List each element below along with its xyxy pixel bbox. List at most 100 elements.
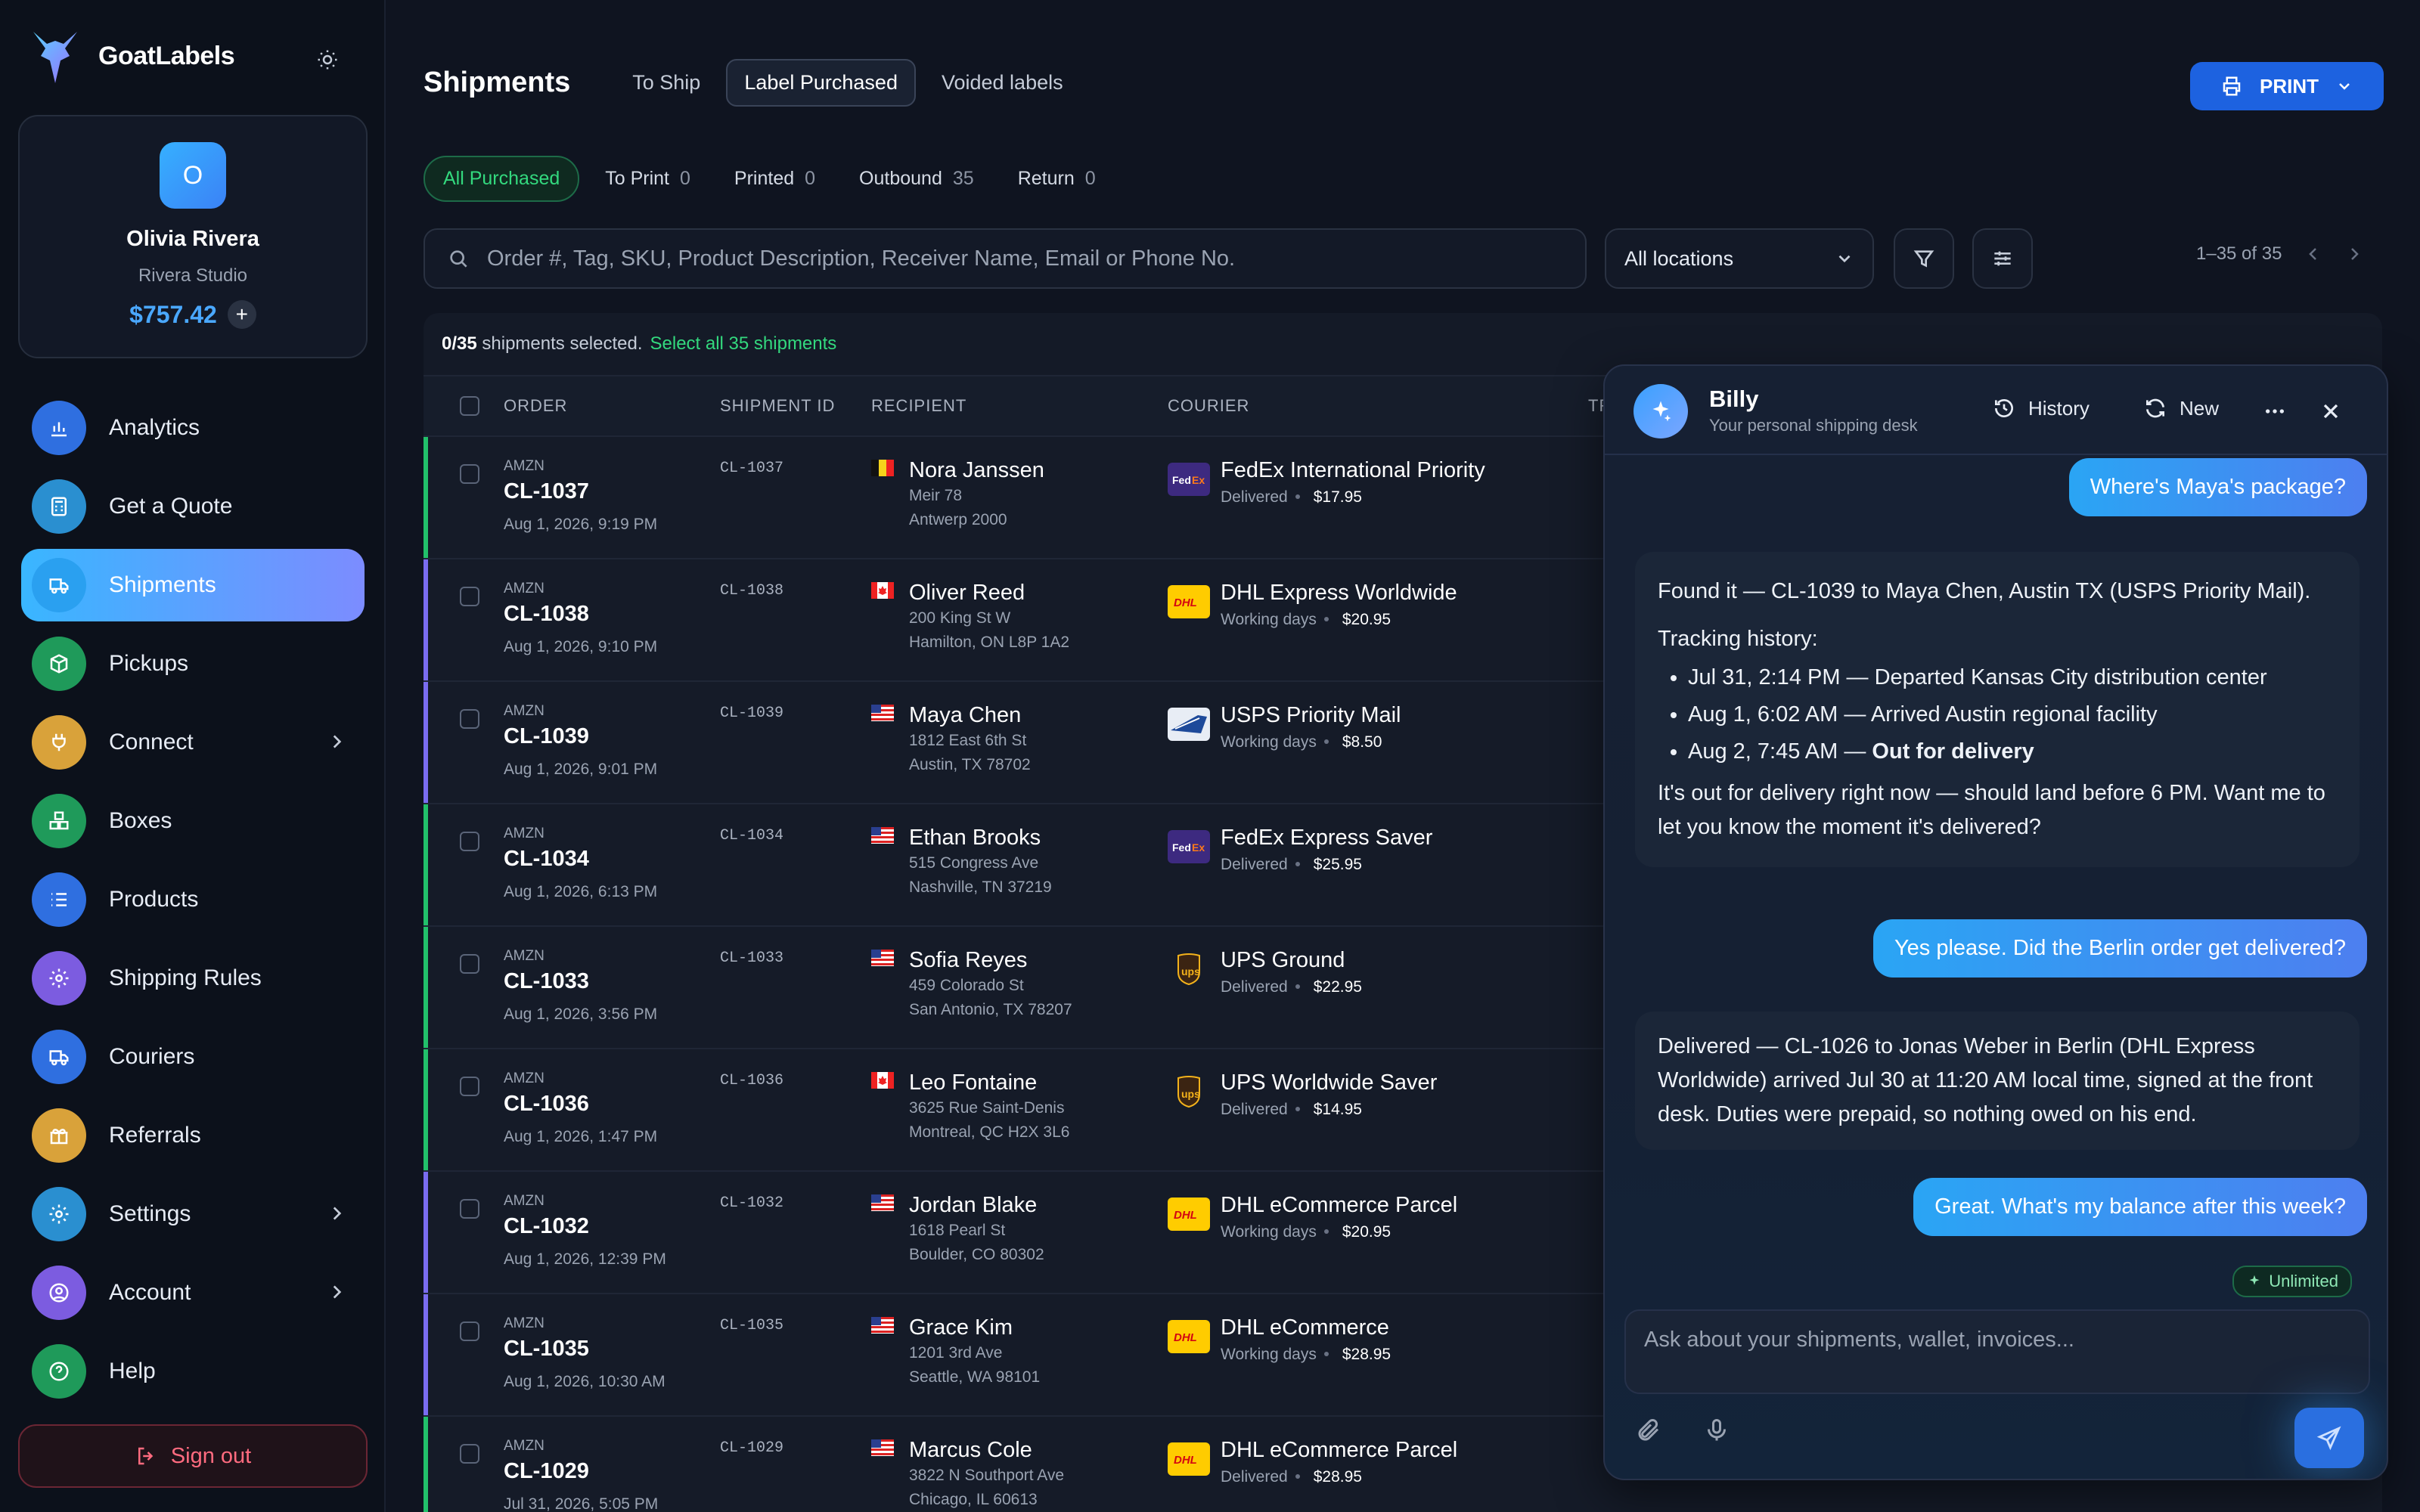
recipient-name: Leo Fontaine [909, 1070, 1038, 1095]
assistant-chat-panel: Billy Your personal shipping desk Histor… [1603, 364, 2388, 1480]
order-source: AMZN [504, 1315, 544, 1331]
row-checkbox[interactable] [460, 464, 479, 484]
sidebar-item-get-a-quote[interactable]: Get a Quote [21, 470, 365, 543]
sidebar-item-label: Pickups [109, 651, 189, 676]
theme-toggle-button[interactable] [310, 42, 345, 77]
sidebar-item-couriers[interactable]: Couriers [21, 1021, 365, 1093]
order-source: AMZN [504, 948, 544, 964]
status-bar [424, 1172, 428, 1293]
subtab-printed[interactable]: Printed 0 [716, 157, 833, 200]
sidebar-item-products[interactable]: Products [21, 863, 365, 936]
status-bar [424, 682, 428, 803]
order-number[interactable]: CL-1032 [504, 1214, 589, 1239]
chevron-right-icon [333, 1207, 342, 1220]
print-button[interactable]: PRINT [2190, 62, 2384, 110]
search-input[interactable]: Order #, Tag, SKU, Product Description, … [424, 228, 1587, 289]
recipient-city: Antwerp 2000 [909, 511, 1007, 528]
brand[interactable]: GoatLabels [30, 26, 235, 86]
col-order[interactable]: ORDER [504, 396, 567, 416]
profile-studio: Rivera Studio [138, 265, 248, 286]
us-flag-icon [871, 827, 894, 844]
chevron-right-icon [333, 1285, 342, 1299]
sidebar-item-shipping-rules[interactable]: Shipping Rules [21, 942, 365, 1015]
courier-status: Working days $20.95 [1221, 1223, 1391, 1241]
order-number[interactable]: CL-1029 [504, 1459, 589, 1484]
subtab-all-purchased[interactable]: All Purchased [424, 156, 580, 202]
close-icon[interactable] [2319, 399, 2343, 423]
tab-label-purchased[interactable]: Label Purchased [726, 59, 916, 107]
recipient-address: 200 King St W [909, 609, 1011, 627]
chat-input[interactable]: Ask about your shipments, wallet, invoic… [1624, 1309, 2370, 1394]
us-flag-icon [871, 705, 894, 721]
filter-icon [1913, 250, 1934, 268]
more-icon[interactable] [2263, 399, 2287, 423]
paperclip-icon[interactable] [1635, 1417, 1662, 1444]
column-settings-button[interactable] [1972, 228, 2033, 289]
search-icon [450, 250, 467, 268]
row-checkbox[interactable] [460, 1444, 479, 1464]
col-shipment-id[interactable]: SHIPMENT ID [720, 396, 835, 416]
chevron-left-icon[interactable] [2304, 245, 2322, 263]
order-number[interactable]: CL-1038 [504, 602, 589, 627]
tab-voided-labels[interactable]: Voided labels [925, 60, 1080, 105]
select-all-checkbox[interactable] [460, 396, 479, 416]
svg-text:Ex: Ex [1192, 474, 1205, 486]
subtab-to-print[interactable]: To Print 0 [587, 157, 709, 200]
col-recipient[interactable]: RECIPIENT [871, 396, 966, 416]
sidebar-item-pickups[interactable]: Pickups [21, 627, 365, 700]
sidebar-item-account[interactable]: Account [21, 1256, 365, 1329]
row-checkbox[interactable] [460, 954, 479, 974]
message-paragraph: Tracking history: [1658, 626, 1818, 651]
filter-button[interactable] [1894, 228, 1954, 289]
col-courier[interactable]: COURIER [1168, 396, 1249, 416]
dhl-logo-icon: DHL [1168, 585, 1210, 618]
chevron-right-icon[interactable] [2345, 245, 2363, 263]
subtab-return[interactable]: Return 0 [1000, 157, 1114, 200]
row-checkbox[interactable] [460, 587, 479, 606]
sidebar-item-label: Help [109, 1359, 156, 1383]
status-bar [424, 437, 428, 558]
order-number[interactable]: CL-1036 [504, 1092, 589, 1117]
location-select[interactable]: All locations [1605, 228, 1874, 289]
sidebar-item-boxes[interactable]: Boxes [21, 785, 365, 857]
sidebar-item-connect[interactable]: Connect [21, 706, 365, 779]
sidebar-item-settings[interactable]: Settings [21, 1178, 365, 1250]
sign-out-button[interactable]: Sign out [18, 1424, 368, 1488]
new-chat-button[interactable]: New [2143, 396, 2219, 420]
microphone-icon[interactable] [1703, 1417, 1730, 1444]
sidebar-item-analytics[interactable]: Analytics [21, 392, 365, 464]
row-checkbox[interactable] [460, 832, 479, 851]
history-button[interactable]: History [1992, 396, 2090, 420]
order-number[interactable]: CL-1034 [504, 847, 589, 872]
sidebar-item-help[interactable]: Help [21, 1335, 365, 1408]
subtab-outbound[interactable]: Outbound 35 [841, 157, 992, 200]
recipient-name: Nora Janssen [909, 458, 1044, 482]
order-number[interactable]: CL-1037 [504, 479, 589, 504]
select-all-link[interactable]: Select all 35 shipments [650, 333, 837, 355]
avatar[interactable]: O [160, 142, 226, 209]
chat-header: Billy Your personal shipping desk Histor… [1605, 366, 2387, 455]
order-number[interactable]: CL-1033 [504, 969, 589, 994]
shipping-price: $8.50 [1342, 733, 1382, 751]
order-number[interactable]: CL-1039 [504, 724, 589, 749]
sidebar-item-shipments[interactable]: Shipments [21, 549, 365, 621]
help-icon [32, 1344, 86, 1399]
subtab-count: 0 [805, 168, 816, 189]
send-button[interactable] [2294, 1408, 2364, 1468]
sidebar-item-referrals[interactable]: Referrals [21, 1099, 365, 1172]
canada-flag-icon [871, 582, 894, 599]
row-checkbox[interactable] [460, 1321, 479, 1341]
row-checkbox[interactable] [460, 1077, 479, 1096]
tab-to-ship[interactable]: To Ship [616, 60, 717, 105]
svg-text:Fed: Fed [1172, 474, 1191, 486]
sidebar-item-label: Referrals [109, 1123, 201, 1148]
order-number[interactable]: CL-1035 [504, 1337, 589, 1362]
row-checkbox[interactable] [460, 709, 479, 729]
status-bar [424, 559, 428, 680]
recipient-city: Boulder, CO 80302 [909, 1246, 1044, 1263]
add-funds-button[interactable]: + [227, 300, 256, 329]
row-checkbox[interactable] [460, 1199, 479, 1219]
ups-logo-icon: ups [1177, 1076, 1200, 1108]
list-item-highlight: Out for delivery [1872, 739, 2034, 764]
sparkle-icon [2249, 1275, 2260, 1285]
